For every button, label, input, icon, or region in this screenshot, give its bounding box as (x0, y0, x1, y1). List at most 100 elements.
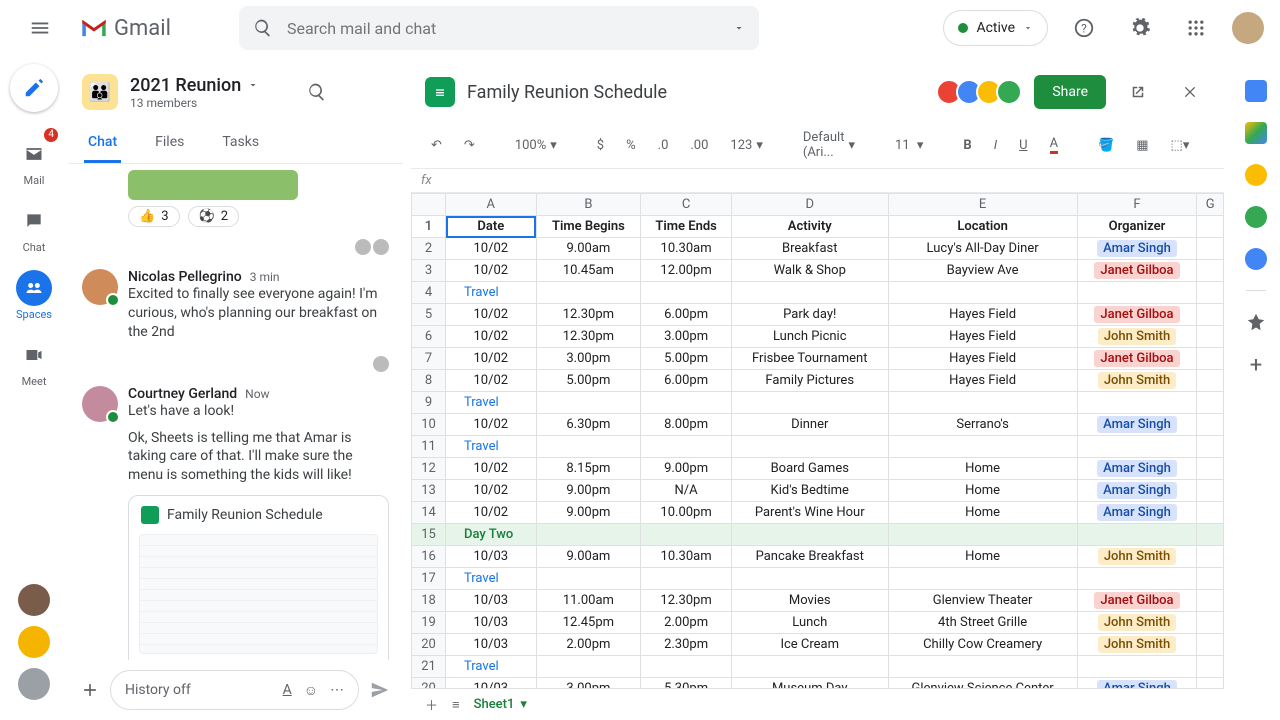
redo-button[interactable]: ↷ (458, 134, 481, 157)
fill-color-button[interactable]: 🪣 (1092, 134, 1120, 157)
cell[interactable] (641, 282, 732, 304)
borders-button[interactable]: ▦ (1130, 134, 1154, 157)
cell[interactable] (536, 656, 641, 678)
cell[interactable]: Bayview Ave (888, 260, 1077, 282)
cell[interactable]: John Smith (1077, 546, 1197, 568)
row-header[interactable]: 9 (412, 392, 446, 414)
cell[interactable] (1197, 370, 1224, 392)
cell[interactable] (536, 524, 641, 546)
keep-icon[interactable] (1245, 122, 1267, 144)
row-header[interactable]: 21 (412, 656, 446, 678)
cell[interactable] (641, 656, 732, 678)
tasks-icon[interactable] (1245, 164, 1267, 186)
cell[interactable]: 12.30pm (536, 304, 641, 326)
tab-files[interactable]: Files (151, 124, 188, 163)
cell[interactable] (1197, 590, 1224, 612)
cell[interactable]: 10.00pm (641, 502, 732, 524)
cell[interactable]: Organizer (1077, 216, 1197, 238)
percent-button[interactable]: % (620, 134, 642, 157)
cell[interactable]: Kid's Bedtime (731, 480, 888, 502)
row-header[interactable]: 13 (412, 480, 446, 502)
cell[interactable] (731, 392, 888, 414)
cell[interactable]: John Smith (1077, 370, 1197, 392)
share-button[interactable]: Share (1034, 75, 1106, 109)
addon-icon[interactable] (1245, 311, 1267, 333)
cell[interactable]: Parent's Wine Hour (731, 502, 888, 524)
cell[interactable]: 3.00pm (536, 678, 641, 689)
cell[interactable]: 12.30pm (641, 590, 732, 612)
cell[interactable]: Travel (446, 282, 537, 304)
cell[interactable]: N/A (641, 480, 732, 502)
row-header[interactable]: 6 (412, 326, 446, 348)
cell[interactable]: 10/02 (446, 480, 537, 502)
get-addons-button[interactable]: + (1250, 353, 1262, 378)
sheet-tab[interactable]: Sheet1 ▾ (474, 697, 527, 712)
row-header[interactable]: 10 (412, 414, 446, 436)
cell[interactable]: Amar Singh (1077, 458, 1197, 480)
cell[interactable] (1197, 656, 1224, 678)
settings-button[interactable] (1120, 8, 1160, 48)
collapse-button[interactable] (349, 72, 389, 112)
spreadsheet-grid[interactable]: ABCDEFG 1 Date Time Begins Time Ends Act… (411, 193, 1224, 688)
cell[interactable]: Movies (731, 590, 888, 612)
cell[interactable] (1197, 480, 1224, 502)
font-select[interactable]: Default (Ari... ▾ (797, 126, 861, 164)
cell[interactable]: Breakfast (731, 238, 888, 260)
cell[interactable]: 12.30pm (536, 326, 641, 348)
cell[interactable]: 10/02 (446, 238, 537, 260)
row-header[interactable]: 19 (412, 612, 446, 634)
cell[interactable] (731, 436, 888, 458)
cell[interactable]: Chilly Cow Creamery (888, 634, 1077, 656)
cell[interactable]: 3.00pm (536, 348, 641, 370)
cell[interactable]: 10/02 (446, 414, 537, 436)
row-header[interactable]: 4 (412, 282, 446, 304)
cell[interactable]: 6.00pm (641, 370, 732, 392)
row-header[interactable]: 20 (412, 678, 446, 689)
sheets-attachment[interactable]: Family Reunion Schedule 8 changes since … (128, 495, 389, 660)
cell[interactable]: 12.00pm (641, 260, 732, 282)
compose-input[interactable]: History off A ☺ ⋯ (110, 670, 359, 710)
chevron-down-icon[interactable] (247, 79, 259, 91)
row-header[interactable]: 3 (412, 260, 446, 282)
nav-mail[interactable]: 4 Mail (4, 130, 64, 193)
row-header[interactable]: 15 (412, 524, 446, 546)
sender-avatar[interactable] (82, 269, 118, 305)
cell[interactable] (1197, 304, 1224, 326)
reaction-thumbsup[interactable]: 👍 3 (128, 206, 180, 227)
cell[interactable]: 9.00pm (536, 480, 641, 502)
cell[interactable] (536, 436, 641, 458)
sender-avatar[interactable] (82, 386, 118, 422)
nav-spaces[interactable]: Spaces (4, 264, 64, 327)
formula-bar[interactable]: fx (411, 169, 1224, 193)
space-search-button[interactable] (297, 72, 337, 112)
col-header[interactable]: C (641, 194, 732, 216)
cell[interactable]: Frisbee Tournament (731, 348, 888, 370)
row-header[interactable]: 17 (412, 568, 446, 590)
cell[interactable]: Ice Cream (731, 634, 888, 656)
cell[interactable] (888, 282, 1077, 304)
cell[interactable] (888, 568, 1077, 590)
add-sheet-button[interactable]: ＋ (425, 695, 438, 714)
emoji-icon[interactable]: ☺ (304, 682, 318, 699)
cell[interactable]: Location (888, 216, 1077, 238)
cell[interactable]: Glenview Science Center (888, 678, 1077, 689)
row-header[interactable]: 14 (412, 502, 446, 524)
cell[interactable]: John Smith (1077, 326, 1197, 348)
bold-button[interactable]: B (957, 134, 977, 157)
cell[interactable] (1197, 238, 1224, 260)
cell[interactable] (1077, 524, 1197, 546)
cell[interactable] (731, 282, 888, 304)
cell[interactable]: 10/02 (446, 502, 537, 524)
cell[interactable]: 9.00pm (536, 502, 641, 524)
cell[interactable] (641, 436, 732, 458)
cell[interactable]: 6.00pm (641, 304, 732, 326)
cell[interactable]: Travel (446, 436, 537, 458)
cell[interactable]: Amar Singh (1077, 414, 1197, 436)
dec-increase-button[interactable]: .00 (684, 134, 714, 157)
cell[interactable]: 5.30pm (641, 678, 732, 689)
cell[interactable]: 10/02 (446, 326, 537, 348)
cell[interactable]: Travel (446, 392, 537, 414)
cell[interactable] (1077, 282, 1197, 304)
cell[interactable] (1197, 414, 1224, 436)
cell[interactable]: Travel (446, 568, 537, 590)
